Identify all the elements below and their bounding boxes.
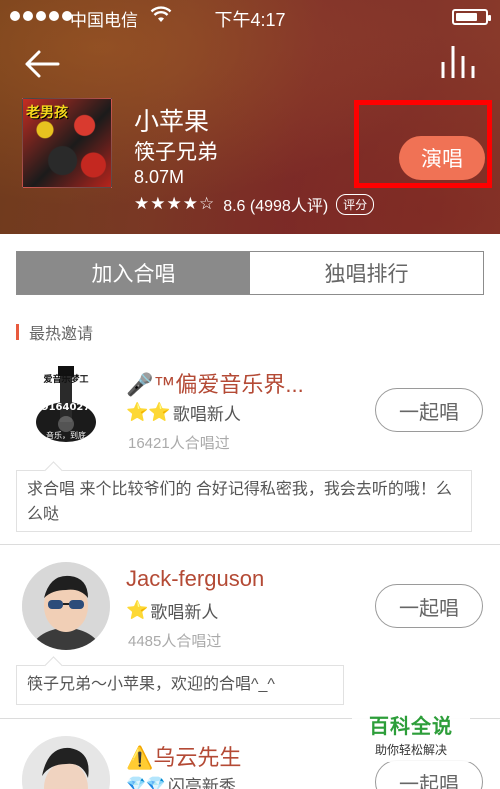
sing-button[interactable]: 演唱: [399, 136, 485, 180]
user-level: ⭐⭐ 歌唱新人: [126, 400, 241, 425]
watermark-title: 百科全说: [369, 716, 453, 738]
join-chorus-button[interactable]: 一起唱: [375, 388, 483, 432]
chorus-count: 4485人合唱过: [128, 633, 222, 650]
user-name[interactable]: 🎤™偏爱音乐界...: [126, 367, 304, 399]
bar-chart-icon[interactable]: [440, 44, 476, 80]
artist-name: 筷子兄弟: [134, 141, 218, 164]
join-chorus-button[interactable]: 一起唱: [375, 584, 483, 628]
level-label: 闪亮新秀: [167, 777, 236, 789]
watermark-logo: 百科全说 助你轻松解决: [352, 710, 470, 762]
section-header: 最热邀请: [16, 322, 94, 343]
level-label: 歌唱新人: [172, 405, 241, 424]
battery-icon: [452, 9, 491, 25]
album-cover[interactable]: 老男孩: [22, 98, 112, 188]
join-chorus-button[interactable]: 一起唱: [375, 760, 483, 789]
user-level: ⭐ 歌唱新人: [126, 598, 218, 623]
section-title: 最热邀请: [29, 326, 94, 343]
album-cover-title: 老男孩: [26, 104, 68, 120]
tab-solo-ranking[interactable]: 独唱排行: [250, 252, 483, 294]
rating-score: 8.6 (4998人评): [223, 198, 329, 215]
svg-text:音乐，到底: 音乐，到底: [46, 430, 86, 440]
rate-button[interactable]: 评分: [336, 193, 375, 215]
rating-row: ★★★★☆ 8.6 (4998人评) 评分: [134, 192, 375, 216]
avatar[interactable]: [22, 562, 110, 650]
song-title: 小苹果: [134, 108, 210, 136]
avatar[interactable]: [22, 736, 110, 789]
user-name[interactable]: ⚠️乌云先生: [126, 740, 241, 772]
song-header: 中国电信 下午4:17 老男孩 小苹果 筷子兄弟 8.07M ★★★★☆ 8.6…: [0, 0, 500, 234]
user-level: 💎💎 闪亮新秀: [126, 772, 236, 789]
invite-message: 求合唱 来个比较爷们的 合好记得私密我，我会去听的哦！么么哒: [16, 470, 472, 532]
watermark-subtitle: 助你轻松解决: [374, 743, 447, 757]
file-size: 8.07M: [134, 167, 185, 187]
mode-tabs: 加入合唱 独唱排行: [16, 251, 484, 295]
level-label: 歌唱新人: [150, 603, 219, 622]
status-bar: 中国电信 下午4:17: [0, 0, 500, 34]
diamond-badge-icon: 💎💎: [126, 776, 166, 789]
star-badge-icon: ⭐⭐: [126, 402, 171, 422]
divider: [0, 544, 500, 545]
user-name[interactable]: Jack-ferguson: [126, 566, 264, 592]
tab-join-chorus[interactable]: 加入合唱: [17, 252, 250, 294]
chorus-count: 16421人合唱过: [128, 435, 230, 452]
svg-text:爱音乐梦工: 爱音乐梦工: [43, 373, 88, 385]
back-arrow-icon[interactable]: [22, 48, 62, 80]
invite-message: 筷子兄弟～小苹果，欢迎的合唱^_^: [16, 665, 344, 705]
star-badge-icon: ⭐: [126, 600, 149, 620]
section-accent-bar: [16, 324, 19, 340]
avatar[interactable]: 爱音乐梦工 9164027 音乐，到底: [22, 362, 110, 450]
svg-text:9164027: 9164027: [42, 402, 91, 413]
status-time: 下午4:17: [214, 10, 286, 30]
rating-stars-icon: ★★★★☆: [134, 194, 216, 213]
